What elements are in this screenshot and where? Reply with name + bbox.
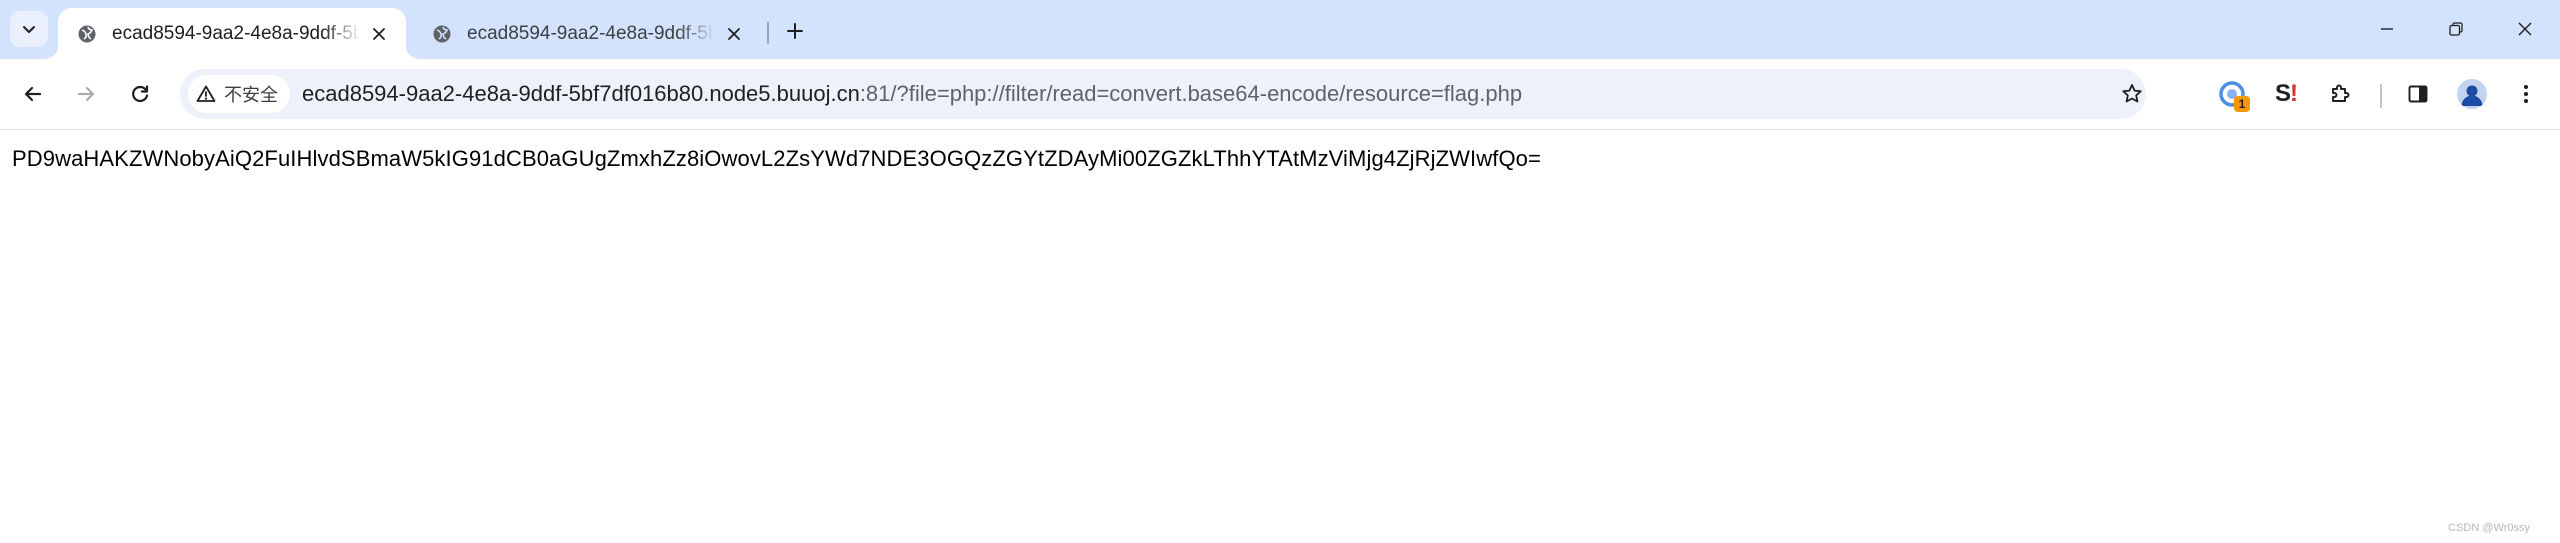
back-button[interactable] — [13, 74, 53, 114]
avatar — [2457, 79, 2487, 109]
address-bar[interactable]: 不安全 ecad8594-9aa2-4e8a-9ddf-5bf7df016b80… — [180, 69, 2146, 119]
tab-search-button[interactable] — [10, 11, 48, 47]
arrow-right-icon — [77, 86, 95, 102]
watermark: CSDN @Wr0ssy — [2448, 522, 2530, 534]
minimize-button[interactable] — [2358, 8, 2416, 50]
browser-toolbar: 不安全 ecad8594-9aa2-4e8a-9ddf-5bf7df016b80… — [0, 59, 2560, 130]
globe-icon — [76, 23, 98, 45]
tab-title: ecad8594-9aa2-4e8a-9ddf-5bf7df016b80.nod… — [467, 22, 715, 44]
security-label: 不安全 — [224, 85, 278, 105]
tab-close-icon[interactable] — [721, 21, 747, 47]
url-path: :81/?file=php://filter/read=convert.base… — [859, 81, 1523, 106]
puzzle-icon — [2332, 84, 2350, 102]
reload-button[interactable] — [120, 74, 160, 114]
tab-title: ecad8594-9aa2-4e8a-9ddf-5bf7df016b80.nod… — [112, 22, 360, 44]
extension-translate[interactable]: 1 — [2212, 74, 2252, 114]
tab-inactive[interactable]: ecad8594-9aa2-4e8a-9ddf-5bf7df016b80.nod… — [413, 8, 761, 59]
star-icon — [2122, 84, 2142, 103]
warning-icon — [196, 85, 216, 102]
plus-icon — [787, 23, 803, 39]
url-host: ecad8594-9aa2-4e8a-9ddf-5bf7df016b80.nod… — [302, 81, 860, 106]
extension-s[interactable]: S! — [2266, 74, 2306, 114]
globe-icon — [431, 23, 453, 45]
new-tab-button[interactable] — [778, 14, 812, 48]
chevron-down-icon — [23, 26, 35, 33]
minimize-icon — [2381, 28, 2393, 30]
reload-icon — [132, 85, 149, 103]
tab-strip: ecad8594-9aa2-4e8a-9ddf-5bf7df016b80.nod… — [0, 0, 2560, 59]
menu-button[interactable] — [2506, 74, 2546, 114]
tab-close-icon[interactable] — [366, 21, 392, 47]
bookmark-button[interactable] — [2112, 74, 2152, 114]
url-text[interactable]: ecad8594-9aa2-4e8a-9ddf-5bf7df016b80.nod… — [302, 69, 1522, 119]
side-panel-icon — [2408, 85, 2428, 103]
more-vert-icon — [2524, 85, 2528, 103]
close-icon — [2518, 22, 2532, 36]
toolbar-divider — [2380, 84, 2382, 108]
page-body-text: PD9waHAKZWNobyAiQ2FuIHlvdSBmaW5kIG91dCB0… — [12, 146, 1541, 171]
close-window-button[interactable] — [2496, 8, 2554, 50]
arrow-left-icon — [24, 86, 42, 102]
security-chip[interactable]: 不安全 — [188, 75, 290, 113]
extension-badge: 1 — [2234, 96, 2250, 112]
extension-s-icon: S! — [2274, 80, 2298, 107]
side-panel-button[interactable] — [2398, 74, 2438, 114]
tab-separator — [767, 22, 769, 44]
profile-button[interactable] — [2452, 74, 2492, 114]
tab-active[interactable]: ecad8594-9aa2-4e8a-9ddf-5bf7df016b80.nod… — [44, 8, 420, 59]
restore-icon — [2449, 22, 2463, 36]
forward-button[interactable] — [66, 74, 106, 114]
extensions-button[interactable] — [2320, 74, 2360, 114]
restore-button[interactable] — [2427, 8, 2485, 50]
